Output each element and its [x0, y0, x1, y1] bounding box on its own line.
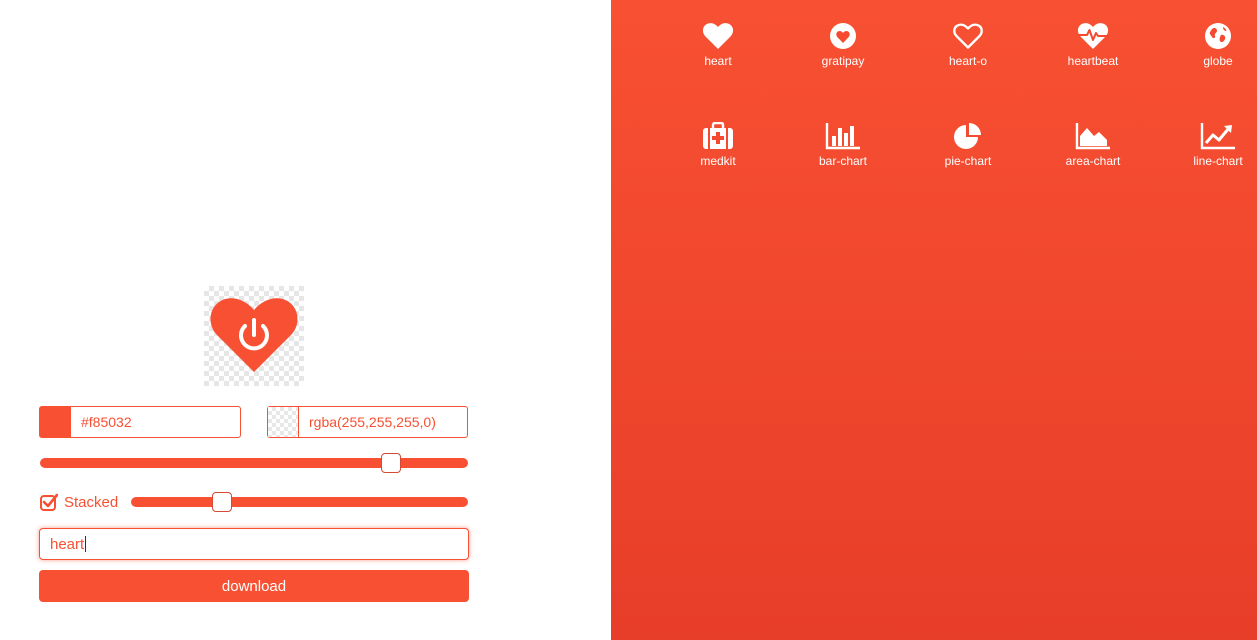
text-caret — [85, 536, 87, 552]
medkit-icon — [703, 122, 733, 149]
icon-tile-heartbeat[interactable]: heartbeat — [1043, 22, 1143, 68]
icon-preview — [204, 286, 304, 386]
icon-tile-line-chart[interactable]: line-chart — [1168, 122, 1257, 168]
icon-search-value[interactable]: heart — [50, 536, 84, 553]
icon-tile-medkit[interactable]: medkit — [668, 122, 768, 168]
icon-label: heart — [704, 54, 732, 68]
icon-label: heartbeat — [1067, 54, 1119, 68]
icon-tile-bar-chart[interactable]: bar-chart — [793, 122, 893, 168]
stacked-label: Stacked — [64, 493, 119, 511]
background-color-input[interactable]: rgba(255,255,255,0) — [267, 406, 468, 438]
stacked-checkbox[interactable] — [40, 493, 59, 511]
size-slider[interactable] — [40, 453, 468, 473]
heartbeat-icon — [1077, 23, 1109, 49]
foreground-color-input[interactable]: #f85032 — [39, 406, 241, 438]
background-color-value[interactable]: rgba(255,255,255,0) — [299, 414, 436, 430]
icon-tile-area-chart[interactable]: area-chart — [1043, 122, 1143, 168]
download-button[interactable]: download — [39, 570, 469, 602]
heart-outline-icon — [953, 23, 983, 49]
editor-panel: #f85032 rgba(255,255,255,0) Stacked hear… — [0, 0, 611, 640]
area-chart-icon — [1075, 123, 1110, 150]
bar-chart-icon — [825, 123, 860, 150]
icon-label: globe — [1203, 54, 1233, 68]
icon-label: pie-chart — [944, 154, 992, 168]
checkbox-checked-icon — [40, 493, 59, 511]
icon-label: area-chart — [1065, 154, 1121, 168]
globe-icon — [1205, 23, 1231, 49]
icon-tile-heart-o[interactable]: heart-o — [918, 22, 1018, 68]
stack-size-slider-thumb[interactable] — [211, 492, 232, 512]
icon-tile-gratipay[interactable]: gratipay — [793, 22, 893, 68]
stacked-option[interactable]: Stacked — [40, 492, 118, 512]
gratipay-icon — [830, 23, 856, 49]
icon-label: bar-chart — [818, 154, 868, 168]
icon-label: gratipay — [821, 54, 865, 68]
foreground-color-value[interactable]: #f85032 — [71, 414, 132, 430]
icon-label: line-chart — [1193, 154, 1243, 168]
line-chart-icon — [1200, 123, 1235, 150]
heart-icon — [702, 23, 734, 49]
heart-power-icon — [210, 298, 298, 372]
background-color-swatch[interactable] — [268, 407, 299, 437]
size-slider-thumb[interactable] — [380, 453, 401, 473]
icon-search-input[interactable]: heart — [39, 528, 469, 560]
pie-chart-icon — [954, 123, 981, 149]
icon-label: heart-o — [948, 54, 988, 68]
icon-tile-globe[interactable]: globe — [1168, 22, 1257, 68]
icon-tile-pie-chart[interactable]: pie-chart — [918, 122, 1018, 168]
stack-size-slider[interactable] — [131, 492, 468, 512]
foreground-color-swatch[interactable] — [40, 407, 71, 437]
icon-label: medkit — [700, 154, 736, 168]
icon-tile-heart[interactable]: heart — [668, 22, 768, 68]
icon-gallery: heart gratipay heart-o heartbeat globe m… — [611, 0, 1257, 640]
